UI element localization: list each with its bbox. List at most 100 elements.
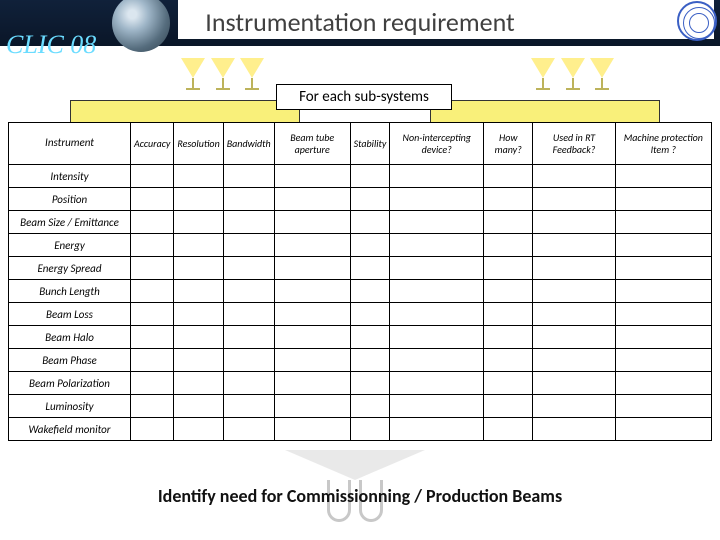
table-cell — [390, 211, 484, 234]
row-label: Beam Size / Emittance — [9, 211, 131, 234]
table-cell — [131, 372, 174, 395]
table-cell — [174, 372, 223, 395]
table-cell — [350, 326, 390, 349]
table-row: Beam Halo — [9, 326, 712, 349]
table-cell — [174, 188, 223, 211]
table-row: Position — [9, 188, 712, 211]
table-row: Intensity — [9, 165, 712, 188]
table-cell — [223, 234, 274, 257]
table-cell — [274, 418, 350, 441]
table-cell — [390, 326, 484, 349]
table-cell — [533, 395, 615, 418]
table-cell — [350, 165, 390, 188]
table-cell — [131, 418, 174, 441]
row-label: Energy Spread — [9, 257, 131, 280]
table-cell — [223, 349, 274, 372]
table-row: Luminosity — [9, 395, 712, 418]
column-header: Resolution — [174, 123, 223, 165]
table-cell — [615, 372, 711, 395]
table-cell — [615, 280, 711, 303]
table-cell — [533, 211, 615, 234]
table-cell — [223, 165, 274, 188]
table-cell — [615, 303, 711, 326]
table-cell — [390, 303, 484, 326]
table-cell — [390, 418, 484, 441]
table-cell — [223, 303, 274, 326]
table-row: Beam Loss — [9, 303, 712, 326]
table-cell — [350, 418, 390, 441]
table-cell — [131, 326, 174, 349]
table-cell — [484, 280, 533, 303]
table-cell — [131, 188, 174, 211]
row-label: Intensity — [9, 165, 131, 188]
footer-note: Identify need for Commissionning / Produ… — [0, 485, 720, 507]
table-cell — [174, 257, 223, 280]
table-cell — [615, 395, 711, 418]
column-header: Machine protection Item ? — [615, 123, 711, 165]
table-cell — [274, 257, 350, 280]
table-cell — [350, 372, 390, 395]
table-cell — [390, 349, 484, 372]
table-cell — [223, 372, 274, 395]
table-cell — [174, 303, 223, 326]
table-cell — [174, 326, 223, 349]
column-header: Beam tube aperture — [274, 123, 350, 165]
table-cell — [390, 280, 484, 303]
table-cell — [390, 257, 484, 280]
column-header: Non-intercepting device? — [390, 123, 484, 165]
column-header: Stability — [350, 123, 390, 165]
row-label: Beam Phase — [9, 349, 131, 372]
table-cell — [484, 165, 533, 188]
table-cell — [174, 349, 223, 372]
table-cell — [174, 395, 223, 418]
table-cell — [131, 211, 174, 234]
row-label: Wakefield monitor — [9, 418, 131, 441]
table-cell — [350, 280, 390, 303]
table-cell — [390, 188, 484, 211]
cocktail-glasses-icon — [530, 58, 615, 95]
table-cell — [223, 188, 274, 211]
table-cell — [484, 372, 533, 395]
table-cell — [390, 165, 484, 188]
table-cell — [615, 188, 711, 211]
table-cell — [174, 234, 223, 257]
table-cell — [274, 349, 350, 372]
table-cell — [350, 303, 390, 326]
table-cell — [274, 234, 350, 257]
table-cell — [390, 372, 484, 395]
row-label: Luminosity — [9, 395, 131, 418]
column-header: Used in RT Feedback? — [533, 123, 615, 165]
row-label: Position — [9, 188, 131, 211]
table-cell — [174, 280, 223, 303]
row-label: Beam Halo — [9, 326, 131, 349]
sub-header-box: For each sub-systems — [276, 84, 452, 110]
column-header: Accuracy — [131, 123, 174, 165]
row-label: Energy — [9, 234, 131, 257]
table-cell — [484, 211, 533, 234]
table-cell — [533, 257, 615, 280]
table-cell — [223, 211, 274, 234]
table-cell — [350, 188, 390, 211]
column-header: Bandwidth — [223, 123, 274, 165]
table-cell — [533, 372, 615, 395]
table-cell — [390, 395, 484, 418]
table-cell — [533, 234, 615, 257]
table-cell — [131, 280, 174, 303]
table-cell — [533, 188, 615, 211]
table-cell — [615, 234, 711, 257]
row-label: Beam Polarization — [9, 372, 131, 395]
table-cell — [484, 349, 533, 372]
table-cell — [350, 211, 390, 234]
table-row: Beam Size / Emittance — [9, 211, 712, 234]
table-cell — [274, 372, 350, 395]
table-cell — [533, 280, 615, 303]
table-cell — [223, 257, 274, 280]
table-cell — [533, 349, 615, 372]
table-cell — [223, 326, 274, 349]
table-cell — [174, 211, 223, 234]
column-header: Instrument — [9, 123, 131, 165]
table-row: Energy — [9, 234, 712, 257]
table-cell — [274, 326, 350, 349]
table-cell — [131, 234, 174, 257]
table-cell — [174, 165, 223, 188]
